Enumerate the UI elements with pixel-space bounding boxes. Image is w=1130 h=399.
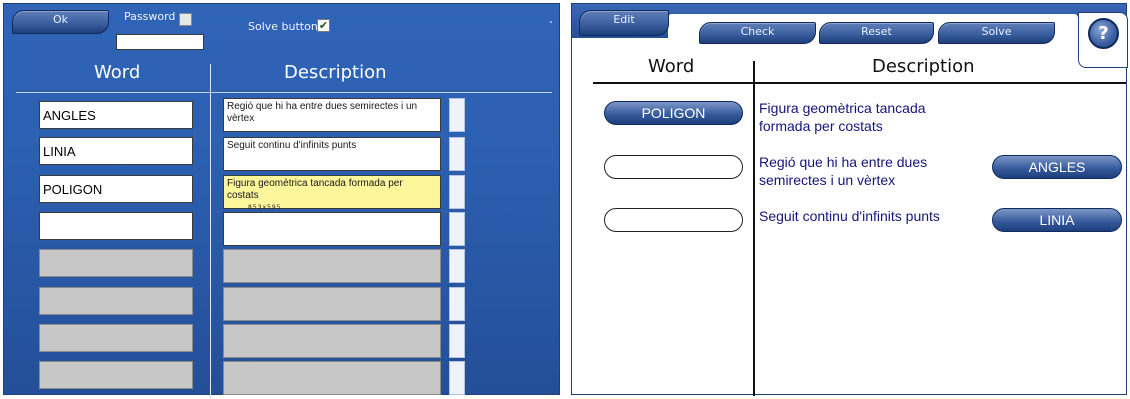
answer-slot-empty[interactable] — [604, 155, 743, 179]
help-icon[interactable]: ? — [1088, 18, 1119, 49]
answer-slot-empty[interactable] — [604, 208, 743, 232]
description-input-disabled — [223, 249, 441, 283]
password-label: Password — [124, 10, 176, 23]
password-checkbox[interactable] — [179, 13, 192, 26]
word-column-header: Word — [648, 56, 695, 77]
description-input[interactable]: Regió que hi ha entre dues semirectes i … — [223, 98, 441, 132]
description-input-disabled — [223, 287, 441, 321]
description-text: Regió que hi ha entre dues semirectes i … — [759, 154, 928, 188]
edit-button[interactable]: Edit — [579, 10, 669, 36]
word-input-disabled — [39, 287, 193, 315]
row-scrollbar[interactable] — [449, 175, 465, 209]
description-column-header: Description — [872, 56, 975, 77]
column-divider — [753, 61, 755, 396]
reset-button[interactable]: Reset — [819, 22, 934, 44]
solve-button[interactable]: Solve — [938, 22, 1055, 44]
row-scrollbar — [449, 361, 465, 395]
choice-chip[interactable]: ANGLES — [992, 155, 1122, 179]
word-input[interactable] — [39, 212, 193, 240]
description-text: Seguit continu d'infinits punts — [759, 208, 940, 224]
ok-button[interactable]: Ok — [12, 10, 109, 34]
word-column-header: Word — [94, 62, 141, 83]
description-column-header: Description — [284, 62, 387, 83]
column-divider — [210, 64, 211, 399]
row-scrollbar — [449, 324, 465, 358]
description-text: Figura geomètrica tancada formada per co… — [759, 100, 926, 134]
description-input-disabled — [223, 324, 441, 358]
word-input[interactable]: POLIGON — [39, 175, 193, 203]
password-input[interactable] — [116, 34, 204, 50]
preview-panel: Edit Check Reset Solve ? Word Descriptio… — [571, 3, 1128, 396]
word-input-disabled — [39, 324, 193, 352]
description-input-disabled — [223, 361, 441, 395]
row-scrollbar[interactable] — [449, 98, 465, 132]
header-divider — [16, 92, 552, 93]
word-input[interactable]: LINIA — [39, 137, 193, 165]
word-input-disabled — [39, 361, 193, 389]
row-scrollbar[interactable] — [449, 212, 465, 246]
word-input-disabled — [39, 249, 193, 277]
description-input[interactable]: Seguit continu d'infinits punts — [223, 137, 441, 171]
word-input[interactable]: ANGLES — [39, 101, 193, 129]
answer-slot-filled[interactable]: POLIGON — [604, 101, 743, 125]
corner-mark: " — [549, 20, 553, 29]
row-scrollbar — [449, 287, 465, 321]
check-button[interactable]: Check — [699, 22, 816, 44]
row-scrollbar — [449, 249, 465, 283]
header-divider — [593, 82, 1126, 84]
size-hint: 853x595 — [248, 204, 282, 211]
solve-button-label: Solve button — [248, 20, 318, 33]
solve-button-checkbox[interactable]: ✔ — [317, 19, 330, 32]
choice-chip[interactable]: LINIA — [992, 208, 1122, 232]
row-scrollbar[interactable] — [449, 137, 465, 171]
editor-panel: Ok Password Solve button ✔ " Word Descri… — [3, 3, 560, 399]
description-input[interactable] — [223, 212, 441, 246]
